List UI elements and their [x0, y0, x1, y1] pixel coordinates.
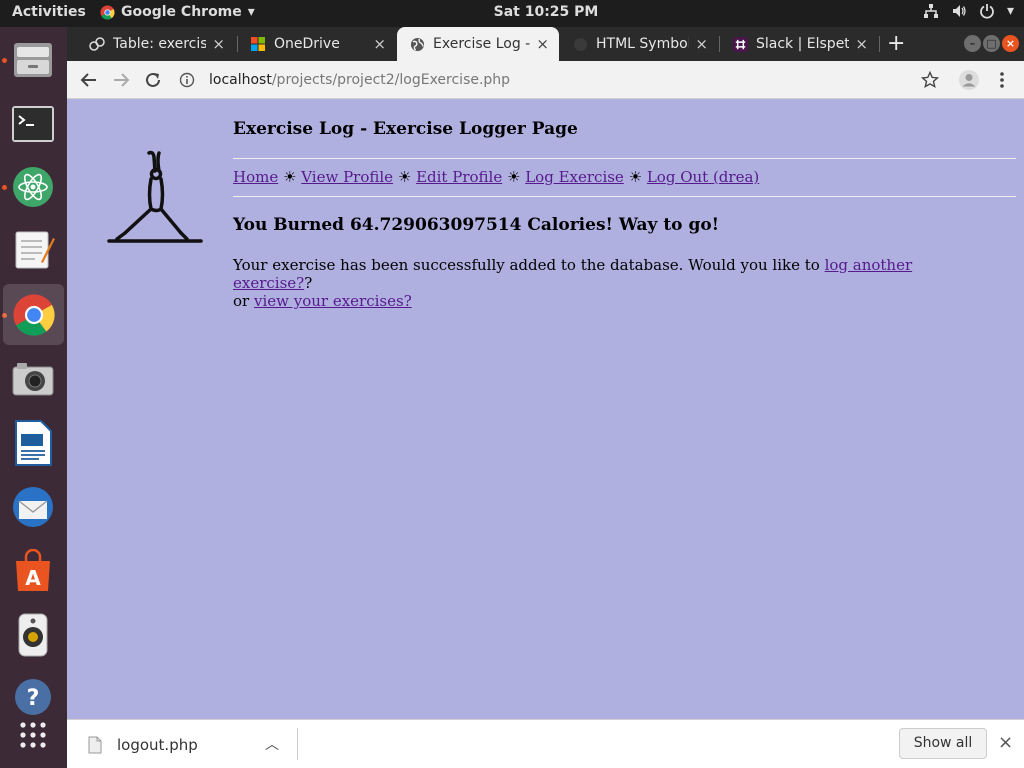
web-page: Exercise Log - Exercise Logger Page Home…: [67, 99, 1024, 719]
chevron-up-icon[interactable]: ︿: [265, 734, 279, 754]
nav-home-link[interactable]: Home: [233, 168, 278, 186]
page-title: Exercise Log - Exercise Logger Page: [233, 119, 578, 139]
thunderbird-icon[interactable]: [9, 483, 57, 531]
close-window-button[interactable]: ×: [1002, 35, 1019, 52]
power-icon: [980, 4, 994, 19]
reload-button[interactable]: [141, 68, 165, 92]
back-button[interactable]: [77, 68, 101, 92]
app-grid-icon[interactable]: [9, 711, 57, 759]
volume-icon: [952, 5, 966, 17]
speaker-icon[interactable]: [9, 611, 57, 659]
arrow-left-icon: [80, 73, 96, 87]
tab-title: Table: exercise: [113, 36, 207, 52]
system-tray[interactable]: ▾: [923, 3, 1014, 19]
tab-title: Slack | Elspeth: [756, 36, 850, 52]
success-message: Your exercise has been successfully adde…: [233, 256, 933, 310]
chevron-down-icon: ▾: [1006, 3, 1014, 19]
microsoft-icon: [250, 36, 266, 52]
message-text: ?: [304, 274, 313, 292]
tab-table-exercise[interactable]: Table: exercise ×: [77, 27, 235, 61]
divider: [233, 158, 1016, 159]
dock: A ?: [0, 27, 67, 768]
close-icon[interactable]: ×: [536, 35, 549, 53]
divider: [233, 196, 1016, 197]
close-icon[interactable]: ×: [998, 732, 1013, 753]
tab-title: Exercise Log -: [433, 36, 531, 52]
menu-button[interactable]: [990, 68, 1014, 92]
download-filename: logout.php: [117, 736, 198, 754]
divider: [297, 728, 298, 760]
close-icon[interactable]: ×: [373, 35, 386, 53]
info-icon: [179, 72, 195, 88]
svg-text:?: ?: [27, 686, 40, 711]
tab-html-symbol[interactable]: HTML Symbol ×: [560, 27, 718, 61]
site-nav: Home ☀ View Profile ☀ Edit Profile ☀ Log…: [233, 168, 759, 186]
browser-toolbar: localhost/projects/project2/logExercise.…: [67, 61, 1024, 99]
software-center-icon[interactable]: A: [9, 547, 57, 595]
globe-icon: [409, 36, 425, 52]
camera-icon[interactable]: [9, 355, 57, 403]
nav-log-exercise-link[interactable]: Log Exercise: [525, 168, 624, 186]
sun-separator-icon: ☀: [397, 168, 412, 186]
tab-exercise-log[interactable]: Exercise Log - ×: [397, 27, 559, 61]
tab-onedrive[interactable]: OneDrive ×: [238, 27, 396, 61]
url-path: /projects/project2/logExercise.php: [271, 72, 511, 88]
slack-icon: [732, 36, 748, 52]
view-exercises-link[interactable]: view your exercises?: [254, 292, 412, 310]
minimize-button[interactable]: –: [964, 35, 981, 52]
arrow-right-icon: [114, 73, 130, 87]
system-top-bar: Activities Google Chrome ▾ Sat 10:25 PM …: [0, 0, 1024, 27]
profile-button[interactable]: [957, 68, 981, 92]
svg-text:A: A: [25, 566, 41, 590]
avatar-icon: [959, 70, 979, 90]
close-icon[interactable]: ×: [695, 35, 708, 53]
chrome-icon[interactable]: [3, 284, 64, 345]
kebab-menu-icon: [1000, 72, 1004, 88]
loading-icon: [572, 36, 588, 52]
address-bar[interactable]: localhost/projects/project2/logExercise.…: [179, 65, 939, 95]
close-icon[interactable]: ×: [855, 35, 868, 53]
forward-button[interactable]: [109, 68, 133, 92]
terminal-icon[interactable]: [9, 100, 57, 148]
file-icon: [88, 736, 102, 754]
nav-log-out-link[interactable]: Log Out (drea): [647, 168, 759, 186]
libreoffice-writer-icon[interactable]: [9, 419, 57, 467]
bookmark-star-button[interactable]: [918, 68, 942, 92]
atom-icon[interactable]: [9, 163, 57, 211]
star-icon: [920, 70, 940, 89]
maximize-button[interactable]: □: [983, 35, 1000, 52]
message-text: or: [233, 292, 254, 310]
text-editor-icon[interactable]: [9, 226, 57, 274]
sun-separator-icon: ☀: [283, 168, 297, 186]
nav-edit-profile-link[interactable]: Edit Profile: [416, 168, 502, 186]
download-item[interactable]: logout.php: [87, 736, 198, 754]
network-icon: [923, 4, 938, 18]
message-text: Your exercise has been successfully adde…: [233, 256, 825, 274]
tab-title: OneDrive: [274, 36, 340, 52]
phpmyadmin-icon: [89, 36, 105, 52]
sun-separator-icon: ☀: [628, 168, 643, 186]
close-icon[interactable]: ×: [212, 35, 225, 53]
calories-heading: You Burned 64.729063097514 Calories! Way…: [233, 215, 720, 235]
sun-separator-icon: ☀: [506, 168, 521, 186]
new-tab-button[interactable]: +: [887, 31, 905, 56]
tab-title: HTML Symbol: [596, 36, 690, 52]
show-all-button[interactable]: Show all: [899, 728, 987, 759]
nav-view-profile-link[interactable]: View Profile: [301, 168, 393, 186]
reload-icon: [146, 72, 160, 87]
url-host: localhost: [209, 72, 272, 88]
clock[interactable]: Sat 10:25 PM: [0, 4, 1024, 20]
yoga-pose-icon: [107, 150, 203, 243]
files-icon[interactable]: [9, 36, 57, 84]
download-bar: logout.php ︿ Show all ×: [67, 719, 1024, 768]
tab-strip: Table: exercise × OneDrive × Exercise Lo…: [67, 27, 1024, 61]
tab-slack[interactable]: Slack | Elspeth ×: [720, 27, 878, 61]
